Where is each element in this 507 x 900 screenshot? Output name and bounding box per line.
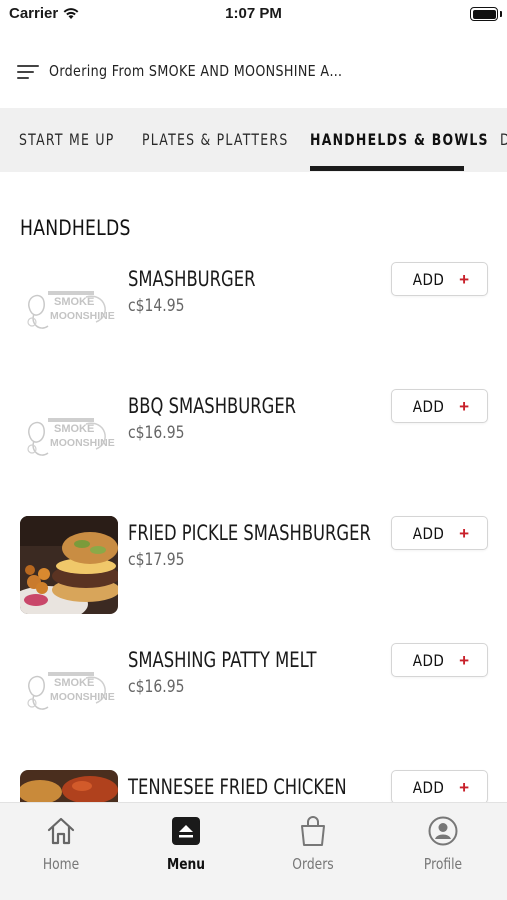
ordering-header: Ordering From SMOKE AND MOONSHINE AUTHEN… <box>0 44 507 108</box>
restaurant-logo-icon: SMOKE MOONSHINE <box>27 291 115 329</box>
item-price: c$16.95 <box>128 423 185 443</box>
item-name: SMASHBURGER <box>128 267 256 291</box>
nav-label: Menu <box>166 855 206 873</box>
item-name: FRIED PICKLE SMASHBURGER <box>128 521 371 545</box>
menu-item[interactable]: FRIED PICKLE SMASHBURGER c$17.95 ADD + <box>0 516 507 626</box>
add-label: ADD <box>412 650 445 670</box>
add-button[interactable]: ADD + <box>391 389 488 423</box>
category-tabs: START ME UP PLATES & PLATTERS HANDHELDS … <box>0 108 507 172</box>
svg-text:MOONSHINE: MOONSHINE <box>50 437 115 449</box>
plus-icon: + <box>459 777 470 797</box>
logo-thumbnail: SMOKE MOONSHINE <box>20 262 118 360</box>
item-price: c$16.95 <box>128 677 185 697</box>
tab-next-partial[interactable]: D <box>500 130 507 149</box>
nav-orders[interactable]: Orders <box>263 815 363 885</box>
menu-item[interactable]: SMOKE MOONSHINE SMASHING PATTY MELT c$16… <box>0 643 507 753</box>
burger-image-icon <box>20 516 118 614</box>
section-title: HANDHELDS <box>20 216 131 240</box>
svg-text:SMOKE: SMOKE <box>54 296 94 308</box>
nav-menu[interactable]: Menu <box>136 815 236 885</box>
nav-label: Profile <box>423 855 463 873</box>
tab-plates-platters[interactable]: PLATES & PLATTERS <box>142 130 288 149</box>
plus-icon: + <box>459 269 470 289</box>
nav-home[interactable]: Home <box>11 815 111 885</box>
menu-item[interactable]: SMOKE MOONSHINE BBQ SMASHBURGER c$16.95 … <box>0 389 507 499</box>
add-button[interactable]: ADD + <box>391 262 488 296</box>
status-time: 1:07 PM <box>225 5 282 22</box>
nav-profile[interactable]: Profile <box>393 815 493 885</box>
plus-icon: + <box>459 650 470 670</box>
logo-thumbnail: SMOKE MOONSHINE <box>20 389 118 487</box>
restaurant-logo-icon: SMOKE MOONSHINE <box>27 672 115 710</box>
burger-photo <box>20 516 118 614</box>
active-tab-indicator <box>310 166 464 171</box>
menu-icon <box>172 817 200 845</box>
svg-text:MOONSHINE: MOONSHINE <box>50 691 115 703</box>
plus-icon: + <box>459 396 470 416</box>
bag-icon <box>301 816 325 846</box>
menu-item[interactable]: SMOKE MOONSHINE SMASHBURGER c$14.95 ADD … <box>0 262 507 372</box>
add-button[interactable]: ADD + <box>391 770 488 804</box>
logo-thumbnail: SMOKE MOONSHINE <box>20 643 118 741</box>
add-label: ADD <box>412 523 445 543</box>
item-name: SMASHING PATTY MELT <box>128 648 317 672</box>
add-label: ADD <box>412 396 445 416</box>
item-price: c$17.95 <box>128 550 185 570</box>
home-icon <box>47 817 75 845</box>
battery-icon <box>470 7 498 21</box>
profile-icon <box>428 816 458 846</box>
tab-start-me-up[interactable]: START ME UP <box>19 130 114 149</box>
item-price: c$14.95 <box>128 296 185 316</box>
add-button[interactable]: ADD + <box>391 516 488 550</box>
filter-menu-icon[interactable] <box>17 65 39 81</box>
svg-text:SMOKE: SMOKE <box>54 423 94 435</box>
restaurant-logo-icon: SMOKE MOONSHINE <box>27 418 115 456</box>
ordering-from-title[interactable]: Ordering From SMOKE AND MOONSHINE AUTHEN… <box>49 62 344 80</box>
item-name: BBQ SMASHBURGER <box>128 394 297 418</box>
tab-handhelds-bowls[interactable]: HANDHELDS & BOWLS <box>310 130 489 149</box>
plus-icon: + <box>459 523 470 543</box>
svg-text:MOONSHINE: MOONSHINE <box>50 310 115 322</box>
svg-text:SMOKE: SMOKE <box>54 677 94 689</box>
add-button[interactable]: ADD + <box>391 643 488 677</box>
bottom-tab-bar: Home Menu Orders Profile <box>0 802 507 900</box>
battery-tip <box>500 11 502 17</box>
add-label: ADD <box>412 269 445 289</box>
status-bar: Carrier 1:07 PM <box>0 0 507 30</box>
add-label: ADD <box>412 777 445 797</box>
nav-label: Home <box>42 855 80 873</box>
item-name: TENNESEE FRIED CHICKEN <box>128 775 347 799</box>
nav-label: Orders <box>292 855 334 873</box>
